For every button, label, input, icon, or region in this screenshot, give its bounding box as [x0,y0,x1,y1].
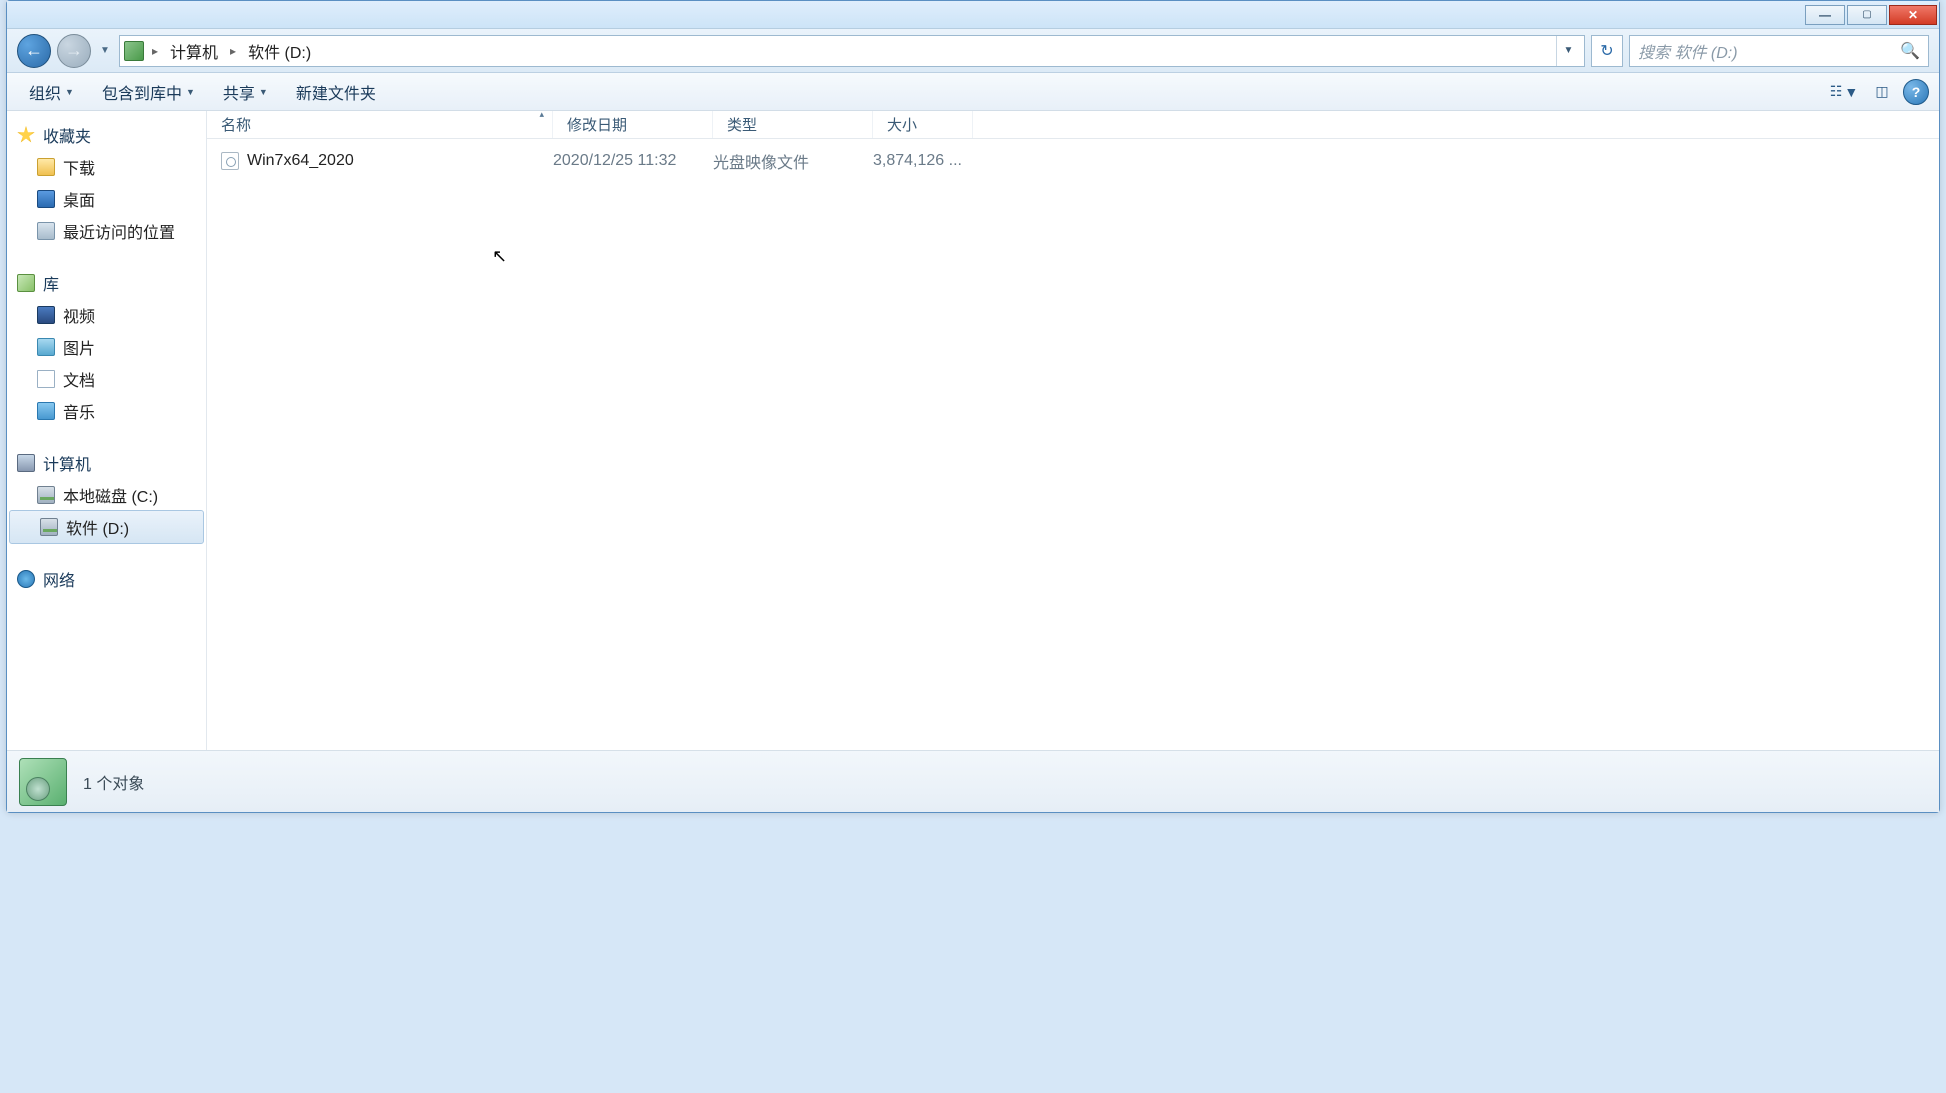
chevron-down-icon: ▼ [65,87,74,97]
minimize-button[interactable] [1805,5,1845,25]
list-icon: ☷ [1830,83,1843,100]
music-icon [37,402,55,420]
preview-pane-button[interactable]: ◫ [1865,79,1899,105]
network-group: 网络 [7,563,206,595]
sidebar-libraries[interactable]: 库 [7,267,206,299]
chevron-down-icon: ▼ [1844,84,1858,100]
search-placeholder: 搜索 软件 (D:) [1638,39,1738,63]
include-library-button[interactable]: 包含到库中 ▼ [90,76,207,108]
column-size[interactable]: 大小 [873,111,973,138]
column-headers: 名称 ▴ 修改日期 类型 大小 [207,111,1939,139]
file-date: 2020/12/25 11:32 [553,152,713,170]
pane-icon: ◫ [1875,83,1888,100]
navigation-pane: 收藏夹 下载 桌面 最近访问的位置 库 [7,111,207,750]
file-list[interactable]: Win7x64_2020 2020/12/25 11:32 光盘映像文件 3,8… [207,139,1939,750]
explorer-window: ← → ▼ ▸ 计算机 ▸ 软件 (D:) ▼ ↻ 搜索 软件 (D:) 🔍 组… [6,0,1940,813]
drive-large-icon [19,758,67,806]
column-name[interactable]: 名称 ▴ [207,111,553,138]
status-text: 1 个对象 [83,770,144,794]
search-icon: 🔍 [1900,41,1920,61]
video-icon [37,306,55,324]
status-bar: 1 个对象 [7,750,1939,812]
titlebar [7,1,1939,29]
history-dropdown[interactable]: ▼ [97,36,113,66]
breadcrumb-separator-icon: ▸ [224,44,242,58]
sidebar-documents[interactable]: 文档 [7,363,206,395]
forward-button[interactable]: → [57,34,91,68]
iso-file-icon [221,152,239,170]
view-options-button[interactable]: ☷ ▼ [1827,79,1861,105]
recent-icon [37,222,55,240]
share-button[interactable]: 共享 ▼ [211,76,280,108]
sort-ascending-icon: ▴ [539,109,544,120]
file-type: 光盘映像文件 [713,149,873,173]
star-icon [17,126,35,144]
breadcrumb-separator-icon: ▸ [146,44,164,58]
new-folder-button[interactable]: 新建文件夹 [284,76,388,108]
picture-icon [37,338,55,356]
navbar: ← → ▼ ▸ 计算机 ▸ 软件 (D:) ▼ ↻ 搜索 软件 (D:) 🔍 [7,29,1939,73]
sidebar-drive-c[interactable]: 本地磁盘 (C:) [7,479,206,511]
sidebar-downloads[interactable]: 下载 [7,151,206,183]
help-button[interactable]: ? [1903,79,1929,105]
computer-group: 计算机 本地磁盘 (C:) 软件 (D:) [7,447,206,544]
search-input[interactable]: 搜索 软件 (D:) 🔍 [1629,35,1929,67]
sidebar-music[interactable]: 音乐 [7,395,206,427]
sidebar-computer[interactable]: 计算机 [7,447,206,479]
address-dropdown[interactable]: ▼ [1556,36,1580,66]
sidebar-desktop[interactable]: 桌面 [7,183,206,215]
drive-icon [37,486,55,504]
file-size: 3,874,126 ... [873,152,973,170]
arrow-left-icon: ← [25,40,43,61]
desktop-icon [37,190,55,208]
breadcrumb-computer[interactable]: 计算机 [166,37,222,65]
file-name: Win7x64_2020 [247,152,354,170]
sidebar-network[interactable]: 网络 [7,563,206,595]
address-bar[interactable]: ▸ 计算机 ▸ 软件 (D:) ▼ [119,35,1585,67]
organize-button[interactable]: 组织 ▼ [17,76,86,108]
drive-icon [124,41,144,61]
favorites-group: 收藏夹 下载 桌面 最近访问的位置 [7,119,206,247]
refresh-icon: ↻ [1600,41,1613,61]
back-button[interactable]: ← [17,34,51,68]
file-row[interactable]: Win7x64_2020 2020/12/25 11:32 光盘映像文件 3,8… [207,143,1939,179]
maximize-button[interactable] [1847,5,1887,25]
sidebar-videos[interactable]: 视频 [7,299,206,331]
arrow-right-icon: → [65,40,83,61]
sidebar-drive-d[interactable]: 软件 (D:) [9,510,204,544]
drive-icon [40,518,58,536]
folder-icon [37,158,55,176]
library-icon [17,274,35,292]
close-button[interactable] [1889,5,1937,25]
sidebar-favorites[interactable]: 收藏夹 [7,119,206,151]
column-date[interactable]: 修改日期 [553,111,713,138]
document-icon [37,370,55,388]
libraries-group: 库 视频 图片 文档 音乐 [7,267,206,427]
sidebar-recent[interactable]: 最近访问的位置 [7,215,206,247]
body: 收藏夹 下载 桌面 最近访问的位置 库 [7,111,1939,750]
toolbar: 组织 ▼ 包含到库中 ▼ 共享 ▼ 新建文件夹 ☷ ▼ ◫ ? [7,73,1939,111]
network-icon [17,570,35,588]
refresh-button[interactable]: ↻ [1591,35,1623,67]
computer-icon [17,454,35,472]
breadcrumb-drive[interactable]: 软件 (D:) [244,37,315,65]
chevron-down-icon: ▼ [259,87,268,97]
chevron-down-icon: ▼ [186,87,195,97]
column-type[interactable]: 类型 [713,111,873,138]
sidebar-pictures[interactable]: 图片 [7,331,206,363]
file-list-pane: 名称 ▴ 修改日期 类型 大小 Win7x64_2020 [207,111,1939,750]
